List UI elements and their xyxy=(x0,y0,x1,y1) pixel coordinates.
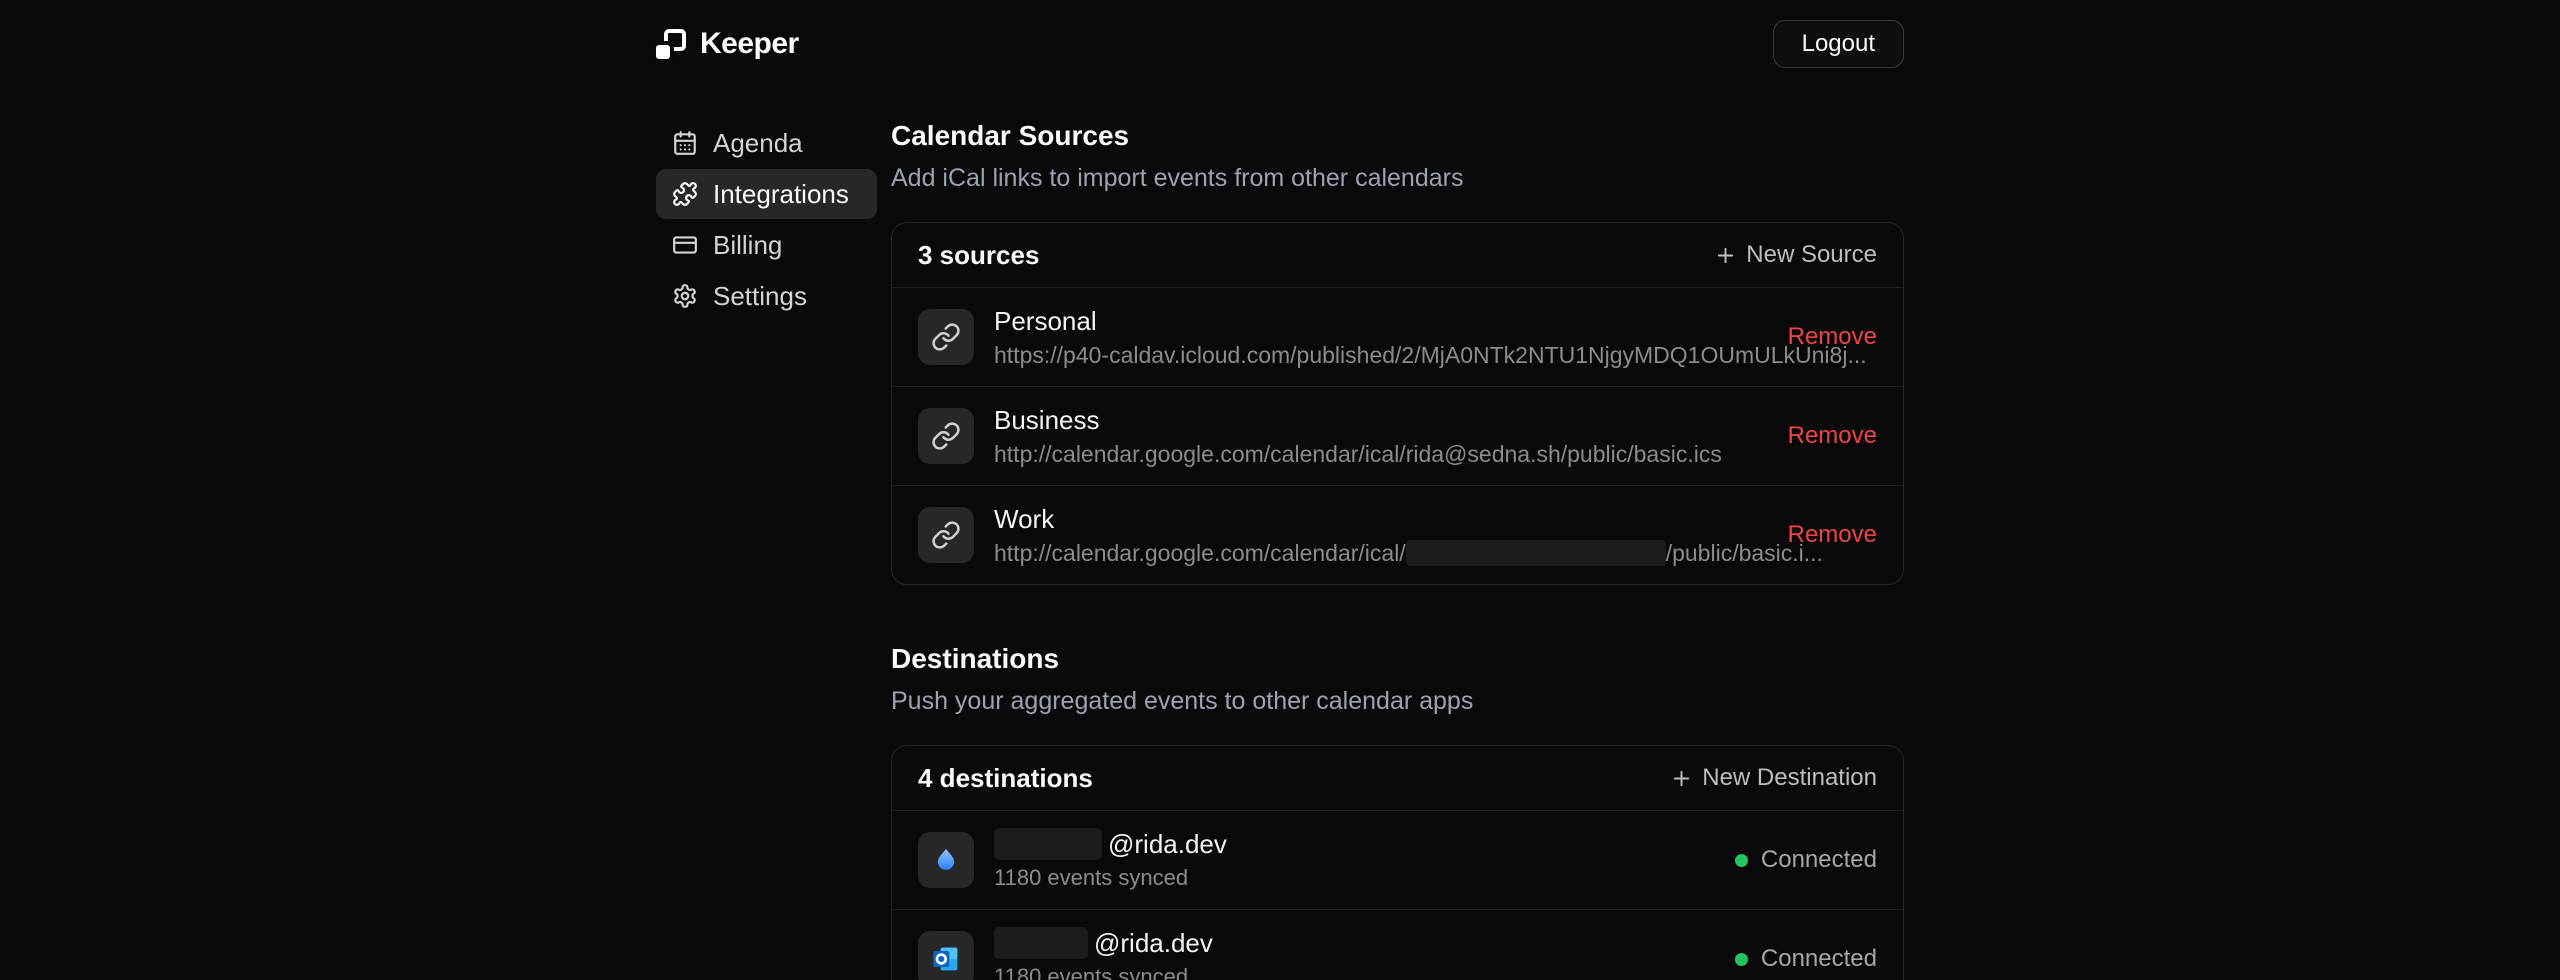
icloud-icon xyxy=(931,845,961,875)
destination-name: @rida.dev xyxy=(994,828,1227,860)
status-dot-icon xyxy=(1735,953,1748,966)
source-name: Work xyxy=(994,503,1788,535)
status-dot-icon xyxy=(1735,854,1748,867)
connection-status: Connected xyxy=(1735,846,1877,874)
destination-synced: 1180 events synced xyxy=(994,864,1227,892)
sidebar-item-label: Billing xyxy=(713,230,782,261)
source-url: http://calendar.google.com/calendar/ical… xyxy=(994,539,1788,567)
destinations-card-header: 4 destinations New Destination xyxy=(892,746,1903,810)
main-content: Calendar Sources Add iCal links to impor… xyxy=(891,104,1904,980)
sidebar-item-label: Integrations xyxy=(713,179,849,210)
section-subtitle: Push your aggregated events to other cal… xyxy=(891,685,1904,717)
destinations-count: 4 destinations xyxy=(918,763,1093,794)
sidebar-item-label: Settings xyxy=(713,281,807,312)
top-bar: Keeper Logout xyxy=(656,0,1904,68)
credit-card-icon xyxy=(672,232,698,258)
plus-icon xyxy=(1714,244,1737,267)
source-name: Personal xyxy=(994,305,1788,337)
keeper-logo-icon xyxy=(656,29,686,59)
new-source-button[interactable]: New Source xyxy=(1714,241,1877,269)
link-icon xyxy=(931,421,961,451)
destination-synced: 1180 events synced xyxy=(994,963,1213,980)
source-row-personal: Personal https://p40-caldav.icloud.com/p… xyxy=(892,287,1903,386)
destinations-card: 4 destinations New Destination xyxy=(891,745,1904,980)
puzzle-icon xyxy=(672,181,698,207)
destination-row-icloud: @rida.dev 1180 events synced Connected xyxy=(892,810,1903,909)
plus-icon xyxy=(1670,767,1693,790)
sidebar: Agenda Integrations Billing Settings xyxy=(656,104,877,980)
gear-icon xyxy=(672,283,698,309)
sources-card: 3 sources New Source xyxy=(891,222,1904,585)
app-root: Keeper Logout Agenda Integrations xyxy=(656,0,1904,980)
sidebar-item-integrations[interactable]: Integrations xyxy=(656,169,877,219)
app-title: Keeper xyxy=(700,27,799,61)
source-row-business: Business http://calendar.google.com/cale… xyxy=(892,386,1903,485)
source-name: Business xyxy=(994,404,1722,436)
outlook-icon xyxy=(930,943,962,975)
destinations-section: Destinations Push your aggregated events… xyxy=(891,641,1904,980)
calendar-sources-section: Calendar Sources Add iCal links to impor… xyxy=(891,118,1904,585)
link-icon xyxy=(931,322,961,352)
section-title: Calendar Sources xyxy=(891,118,1904,154)
source-url: https://p40-caldav.icloud.com/published/… xyxy=(994,341,1788,369)
sources-count: 3 sources xyxy=(918,240,1039,271)
sidebar-item-settings[interactable]: Settings xyxy=(656,271,877,321)
source-url: http://calendar.google.com/calendar/ical… xyxy=(994,440,1722,468)
sidebar-item-label: Agenda xyxy=(713,128,803,159)
remove-source-link[interactable]: Remove xyxy=(1788,422,1877,450)
connection-status: Connected xyxy=(1735,945,1877,973)
brand: Keeper xyxy=(656,27,799,61)
remove-source-link[interactable]: Remove xyxy=(1788,521,1877,549)
sidebar-item-billing[interactable]: Billing xyxy=(656,220,877,270)
destination-row-outlook: @rida.dev 1180 events synced Connected xyxy=(892,909,1903,980)
section-subtitle: Add iCal links to import events from oth… xyxy=(891,162,1904,194)
destination-name: @rida.dev xyxy=(994,927,1213,959)
source-row-work: Work http://calendar.google.com/calendar… xyxy=(892,485,1903,584)
logout-button[interactable]: Logout xyxy=(1773,20,1904,68)
link-icon xyxy=(931,520,961,550)
redacted-url-segment xyxy=(1406,540,1666,566)
sidebar-item-agenda[interactable]: Agenda xyxy=(656,118,877,168)
section-title: Destinations xyxy=(891,641,1904,677)
new-destination-button[interactable]: New Destination xyxy=(1670,764,1877,792)
redacted-name-segment xyxy=(994,927,1088,959)
sources-card-header: 3 sources New Source xyxy=(892,223,1903,287)
redacted-name-segment xyxy=(994,828,1102,860)
calendar-icon xyxy=(672,130,698,156)
remove-source-link[interactable]: Remove xyxy=(1788,323,1877,351)
